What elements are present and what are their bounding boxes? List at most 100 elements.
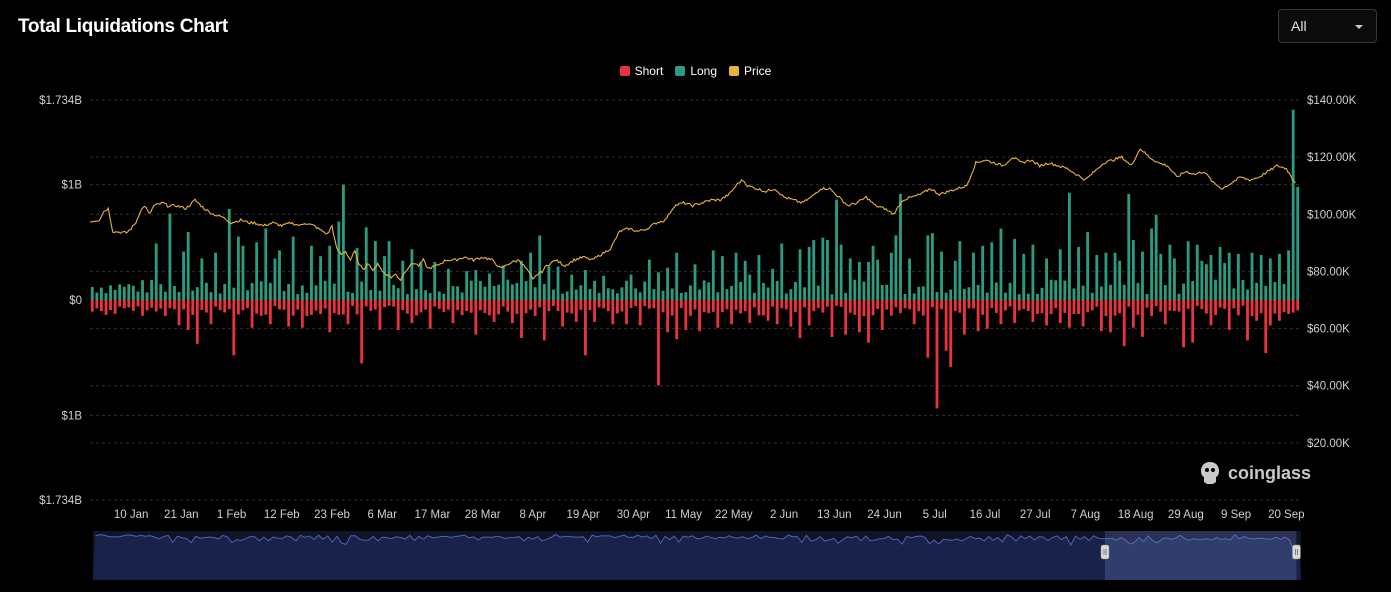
x-axis-tick-label: 18 Aug [1118, 509, 1154, 521]
short-bar [401, 300, 405, 311]
long-bar [1191, 280, 1195, 300]
long-bar [223, 284, 227, 300]
long-bar [652, 289, 656, 300]
short-bar [360, 300, 364, 364]
short-bar [1236, 300, 1240, 316]
short-bar [310, 300, 313, 315]
short-bar [136, 300, 140, 307]
long-bar [748, 274, 752, 300]
navigator-handle-left[interactable] [1100, 544, 1110, 560]
long-bar [684, 292, 688, 300]
long-bar [1127, 193, 1131, 300]
short-bar [122, 300, 126, 309]
long-bar [1264, 285, 1268, 300]
x-axis-tick-label: 11 May [665, 509, 702, 521]
short-bar [944, 300, 948, 351]
short-bar [647, 300, 651, 309]
long-bar [908, 258, 912, 300]
short-bar [798, 300, 802, 339]
long-bar [127, 284, 131, 300]
short-bar [1223, 300, 1227, 309]
short-bar [250, 300, 254, 328]
short-bar [341, 300, 345, 315]
short-bar [1204, 300, 1208, 314]
short-bar [90, 300, 94, 312]
long-bar [433, 261, 437, 300]
short-bar [282, 300, 286, 310]
short-bar [1045, 300, 1049, 326]
left-axis-tick-label: $1B [62, 410, 83, 422]
short-bar [1104, 300, 1108, 316]
long-bar [579, 285, 583, 300]
long-bar [657, 272, 660, 300]
short-bar [962, 300, 966, 335]
long-bar [1104, 252, 1108, 300]
long-bar [675, 252, 679, 300]
short-bar [492, 300, 496, 322]
short-bar [1154, 300, 1158, 307]
short-bar [1168, 300, 1172, 311]
long-bar [1054, 280, 1058, 300]
short-bar [300, 300, 304, 328]
short-bar [383, 300, 386, 308]
short-bar [990, 300, 994, 309]
x-axis-tick-label: 2 Jun [770, 509, 798, 521]
long-bar [497, 284, 501, 300]
long-bar [1004, 292, 1007, 300]
x-axis-tick-label: 24 Jun [867, 509, 902, 521]
short-bar [296, 300, 300, 310]
short-bar [191, 300, 195, 315]
short-bar [588, 300, 592, 311]
short-bar [497, 300, 501, 315]
long-bar [305, 292, 309, 300]
liquidations-chart[interactable]: $140.00K $120.00K $100.00K $80.00K $60.00K $4… [0, 0, 1391, 592]
long-bar [1040, 287, 1044, 300]
short-bar [1040, 300, 1044, 314]
long-bar [1145, 293, 1149, 300]
short-bar [163, 300, 167, 316]
short-bar [177, 300, 181, 326]
long-bar [771, 268, 775, 300]
long-bar [369, 290, 373, 300]
short-bar [1218, 300, 1222, 308]
navigator-handle-right[interactable] [1292, 544, 1301, 560]
long-bar [711, 250, 715, 300]
short-bar [570, 300, 574, 314]
short-bar [565, 300, 569, 313]
short-bar [510, 300, 514, 324]
short-bar [1090, 300, 1094, 311]
long-bar [182, 251, 186, 300]
long-bar [931, 233, 934, 300]
short-bar [1195, 300, 1199, 306]
short-bar [131, 300, 135, 311]
long-bar [1200, 260, 1204, 300]
long-bar [757, 255, 761, 300]
short-bar [488, 300, 491, 316]
long-bar [99, 287, 103, 300]
brand-watermark: coinglass [1198, 460, 1311, 486]
short-bar [1246, 300, 1249, 341]
long-bar [145, 292, 149, 300]
short-bar [643, 300, 647, 307]
short-bar [483, 300, 487, 314]
short-bar [1099, 300, 1103, 332]
short-bar [880, 300, 884, 330]
long-bar [469, 280, 473, 300]
long-bar [287, 283, 291, 300]
short-bar [1273, 300, 1277, 314]
long-bar [707, 282, 711, 300]
navigator-selection[interactable] [1104, 531, 1297, 580]
long-bar [583, 270, 587, 300]
long-bar [552, 289, 555, 300]
long-bar [679, 292, 683, 300]
short-bar [447, 300, 450, 310]
short-bar [1008, 300, 1012, 307]
short-bar [652, 300, 656, 309]
long-bar [437, 291, 441, 300]
short-bar [839, 300, 843, 307]
short-bar [1049, 300, 1053, 315]
x-axis-tick-label: 10 Jan [114, 509, 149, 521]
long-bar [830, 294, 834, 300]
short-bar [515, 300, 519, 314]
long-bar [693, 264, 697, 300]
